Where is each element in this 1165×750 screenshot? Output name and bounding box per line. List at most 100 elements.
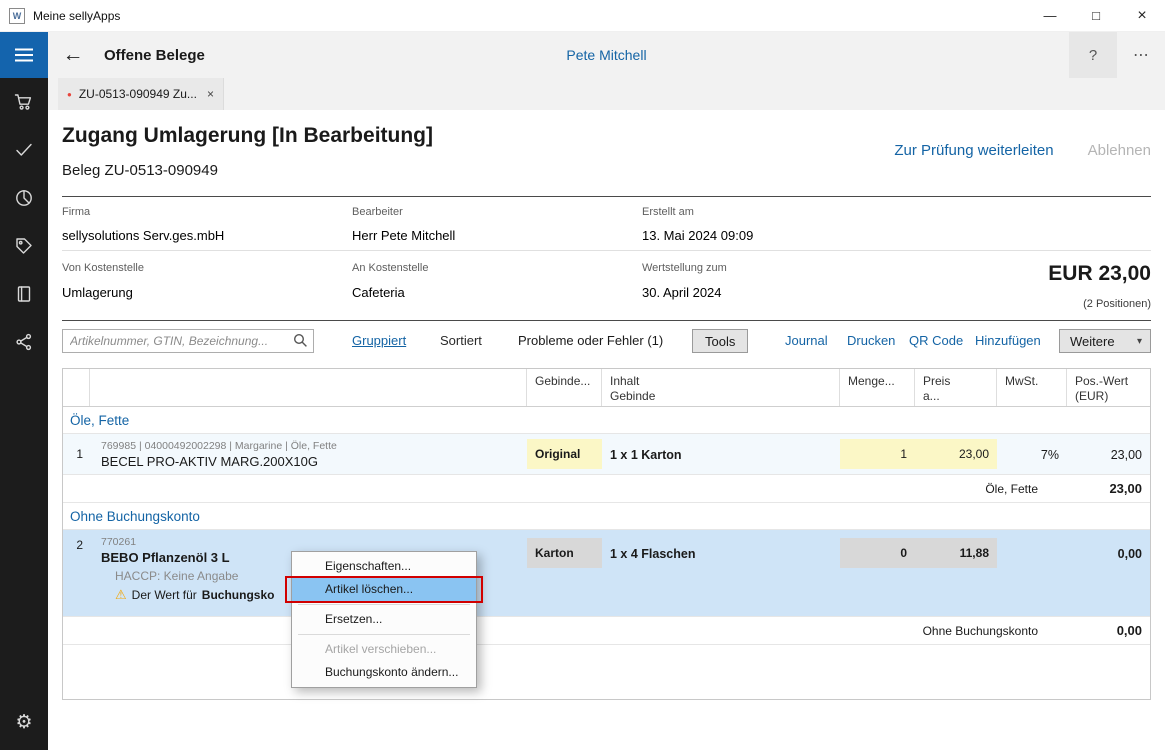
preis-value[interactable]: 23,00 [915,439,997,469]
col-header-preis[interactable]: Preis a... [915,369,997,406]
tab-close-icon[interactable]: × [199,87,214,101]
add-item-link[interactable]: Hinzufügen [975,333,1041,348]
book-icon [14,284,34,304]
tab-document[interactable]: ● ZU-0513-090949 Zu... × [58,78,224,110]
menu-item-label: Artikel löschen... [325,582,413,596]
col-header-inhalt[interactable]: Inhalt Gebinde [602,369,840,406]
inhalt-value: 1 x 1 Karton [602,434,840,462]
row-description: 769985 | 04000492002298 | Margarine | Öl… [90,434,527,474]
sidebar-item-settings[interactable]: ⚙ [0,698,48,746]
more-options-button[interactable]: ⋯ [1117,32,1165,78]
inhalt-value: 1 x 4 Flaschen [602,530,840,561]
warning-icon: ⚠ [115,587,127,603]
mwst-value: 7% [997,434,1067,474]
menu-button[interactable] [0,32,48,78]
table-row[interactable]: 1 769985 | 04000492002298 | Margarine | … [63,434,1150,475]
forward-for-review-link[interactable]: Zur Prüfung weiterleiten [894,142,1053,159]
field-label-erstellt-am: Erstellt am [642,206,694,218]
field-label-firma: Firma [62,206,90,218]
minimize-button[interactable]: — [1027,0,1073,31]
menu-item-artikel-verschieben: Artikel verschieben... [292,638,476,661]
close-button[interactable]: × [1119,0,1165,31]
menu-item-ersetzen[interactable]: Ersetzen... [292,608,476,631]
sidebar-item-network[interactable] [0,318,48,366]
app-icon: W [9,8,25,24]
help-button[interactable]: ? [1069,32,1117,78]
row-position: 1 [63,434,90,474]
checkmark-icon [14,140,34,160]
app-header: ← Offene Belege Pete Mitchell ? ⋯ [48,32,1165,78]
sorted-toggle[interactable]: Sortiert [440,333,482,348]
col-header-mwst[interactable]: MwSt. [997,369,1067,406]
current-user[interactable]: Pete Mitchell [48,47,1165,63]
share-nodes-icon [14,332,34,352]
article-name: BECEL PRO-AKTIV MARG.200X10G [101,454,517,469]
divider [62,320,1151,321]
field-value-wertstellung: 30. April 2024 [642,285,722,300]
problems-filter[interactable]: Probleme oder Fehler (1) [518,333,663,348]
group-subtotal-oele-fette: Öle, Fette 23,00 [63,475,1150,503]
col-header-pos[interactable] [63,369,90,406]
subtotal-label: Ohne Buchungskonto [923,624,1038,638]
col-header-menge[interactable]: Menge... [840,369,915,406]
sidebar-item-journal[interactable] [0,270,48,318]
field-value-firma: sellysolutions Serv.ges.mbH [62,228,224,243]
preis-value[interactable]: 11,88 [915,538,997,568]
journal-link[interactable]: Journal [785,333,828,348]
subtotal-value: 23,00 [1038,481,1150,496]
print-link[interactable]: Drucken [847,333,895,348]
sidebar-item-tasks[interactable] [0,126,48,174]
field-value-an-kostenstelle: Cafeteria [352,285,405,300]
pos-wert-value: 0,00 [1067,530,1150,616]
more-dropdown-label: Weitere [1070,334,1115,349]
menu-separator [298,634,470,635]
divider [62,250,1151,251]
menu-item-artikel-loeschen[interactable]: Artikel löschen... [292,578,476,601]
gear-icon: ⚙ [15,713,32,732]
row-position: 2 [63,530,90,616]
menge-value[interactable]: 0 [840,538,915,568]
reject-link[interactable]: Ablehnen [1088,142,1151,159]
context-menu: Eigenschaften... Artikel löschen... Erse… [291,551,477,688]
document-total: EUR 23,00 [1048,262,1151,286]
sidebar: ⚙ [0,32,48,750]
titlebar: W Meine sellyApps — □ × [0,0,1165,32]
group-header-oele-fette[interactable]: Öle, Fette [63,407,1150,434]
cart-icon [14,92,34,112]
qr-code-link[interactable]: QR Code [909,333,963,348]
field-label-bearbeiter: Bearbeiter [352,206,403,218]
sidebar-item-tags[interactable] [0,222,48,270]
field-value-erstellt-am: 13. Mai 2024 09:09 [642,228,753,243]
menge-value[interactable]: 1 [840,439,915,469]
field-label-an-kostenstelle: An Kostenstelle [352,262,428,274]
sidebar-item-cart[interactable] [0,78,48,126]
col-header-gebinde[interactable]: Gebinde... [527,369,602,406]
hamburger-icon [14,47,34,63]
col-header-pos-wert[interactable]: Pos.-Wert (EUR) [1067,369,1150,406]
group-subtotal-ohne-buchungskonto: Ohne Buchungskonto 0,00 [63,617,1150,645]
sidebar-item-statistics[interactable] [0,174,48,222]
menu-item-buchungskonto-aendern[interactable]: Buchungskonto ändern... [292,661,476,684]
maximize-button[interactable]: □ [1073,0,1119,31]
price-tag-icon [14,236,34,256]
grouped-toggle[interactable]: Gruppiert [352,333,406,348]
tab-bar: ● ZU-0513-090949 Zu... × [48,78,1165,110]
group-header-ohne-buchungskonto[interactable]: Ohne Buchungskonto [63,503,1150,530]
col-header-description[interactable] [90,369,527,406]
document-title: Zugang Umlagerung [In Bearbeitung] [62,124,433,148]
tab-label: ZU-0513-090949 Zu... [79,87,197,101]
menu-item-eigenschaften[interactable]: Eigenschaften... [292,555,476,578]
mwst-value [997,530,1067,616]
gebinde-value[interactable]: Karton [527,538,602,568]
subtotal-value: 0,00 [1038,623,1150,638]
table-row-selected[interactable]: 2 770261 BEBO Pflanzenöl 3 L HACCP: Kein… [63,530,1150,617]
group-header-label: Ohne Buchungskonto [70,509,200,524]
position-count: (2 Positionen) [1083,298,1151,310]
gebinde-value[interactable]: Original [527,439,602,469]
tools-button[interactable]: Tools [692,329,748,353]
more-dropdown-button[interactable]: Weitere ▾ [1059,329,1151,353]
search-input[interactable] [62,329,314,353]
field-value-von-kostenstelle: Umlagerung [62,285,133,300]
warning-text: Der Wert für [132,588,197,602]
unsaved-dot-icon: ● [67,90,72,99]
